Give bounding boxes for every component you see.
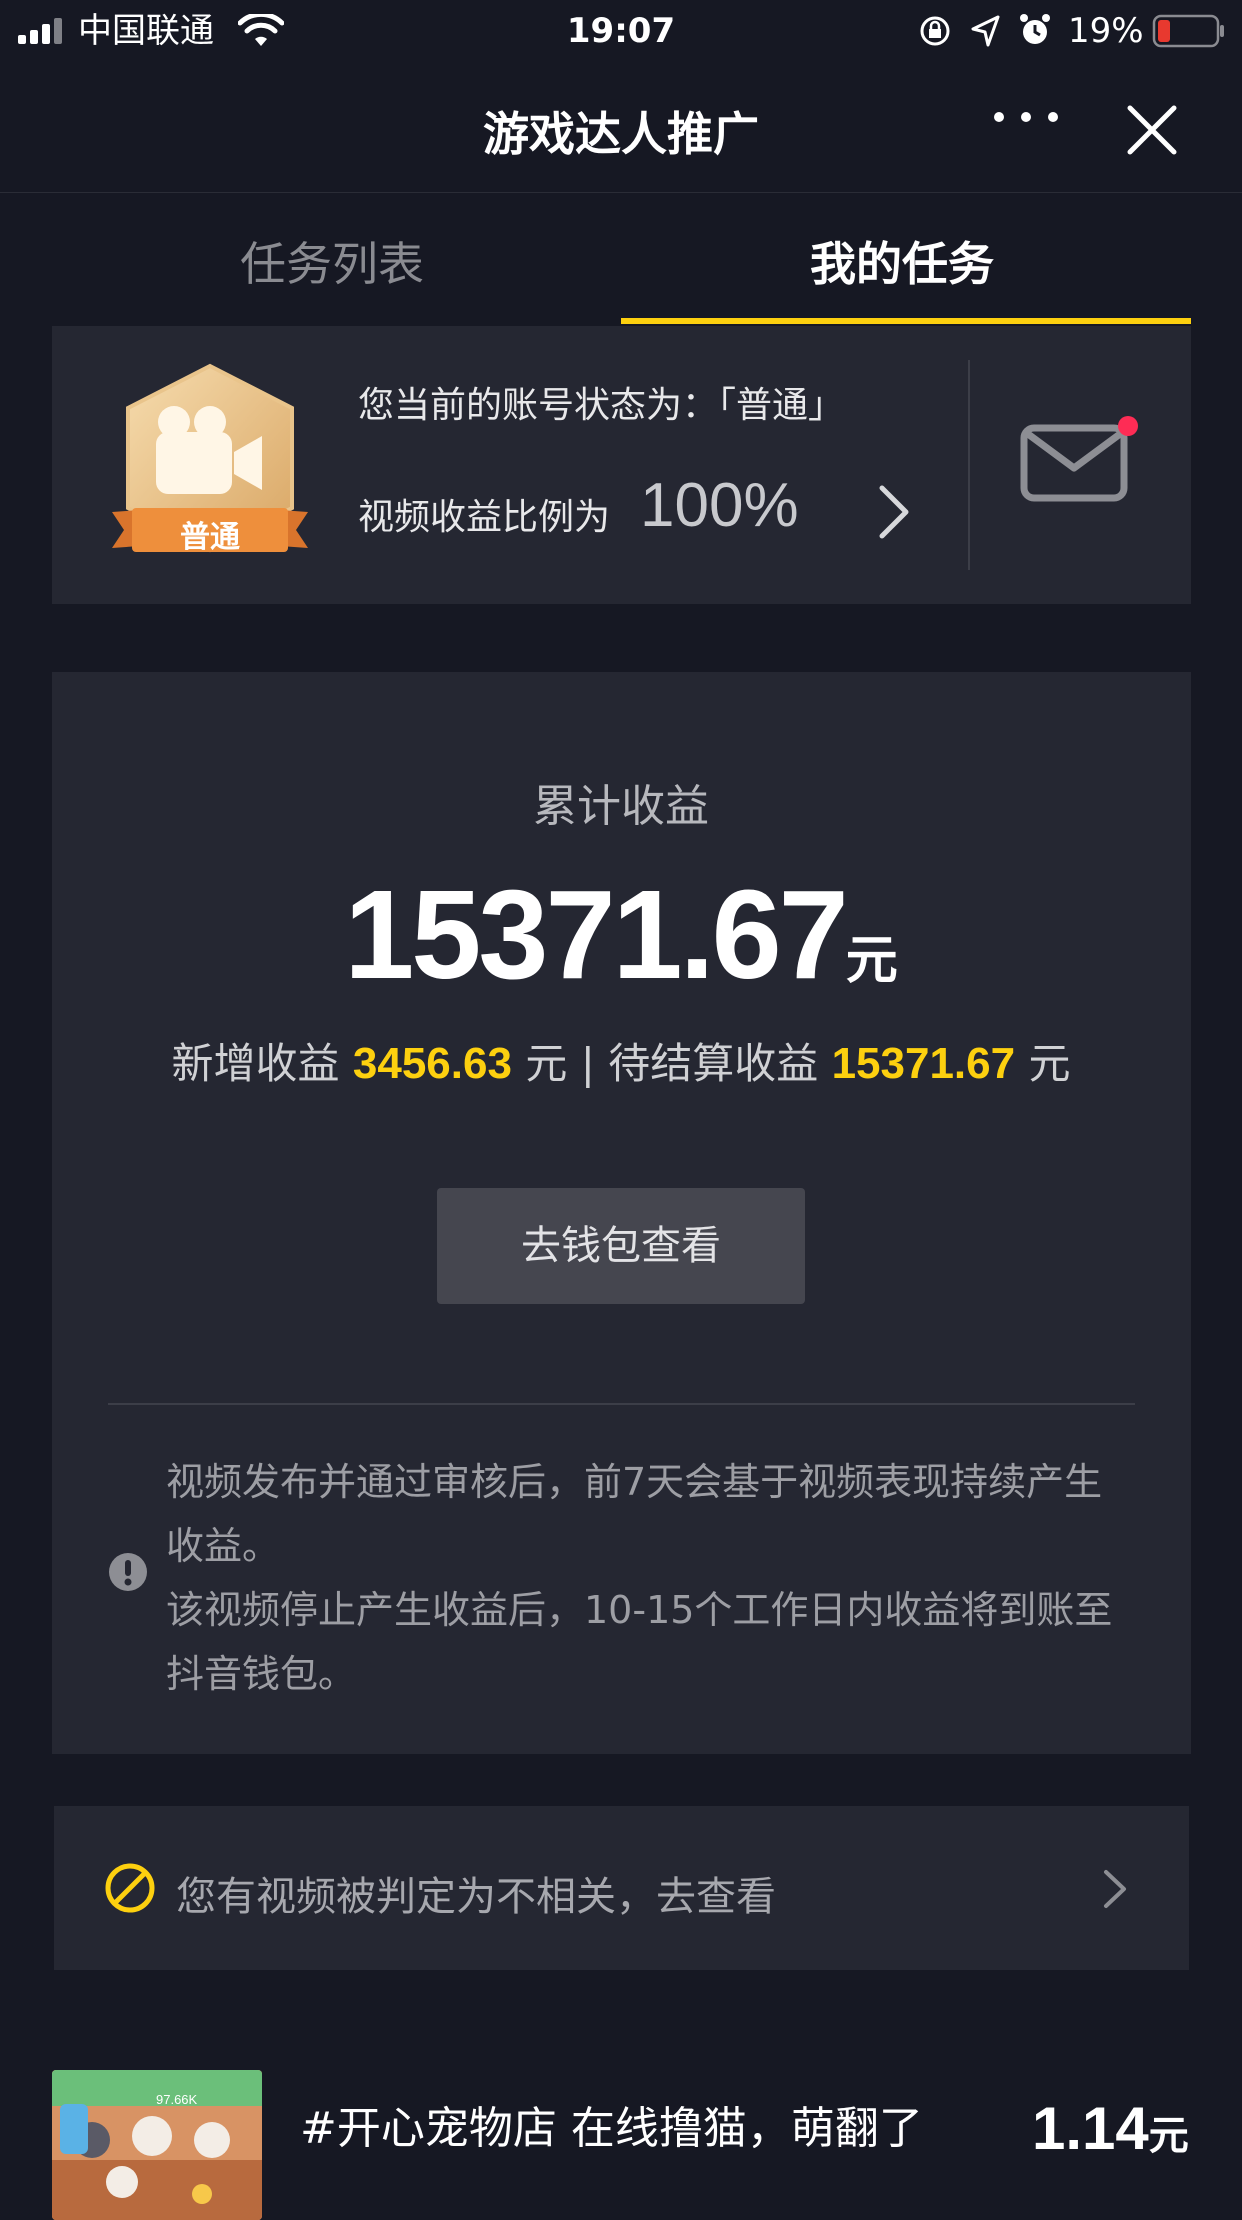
earnings-breakdown: 新增收益 3456.63 元 | 待结算收益 15371.67 元 (0, 1030, 1242, 1091)
pending-earnings-value: 15371.67 (831, 1039, 1016, 1088)
new-earnings-label: 新增收益 (171, 1039, 340, 1088)
prohibited-icon (105, 1863, 155, 1913)
earnings-total: 15371.67元 (0, 862, 1242, 1007)
clock: 19:07 (566, 11, 676, 51)
pending-earnings-unit: 元 (1028, 1039, 1071, 1088)
rotation-lock-icon (920, 16, 950, 46)
chevron-right-icon[interactable] (876, 484, 912, 540)
exclamation-icon (109, 1553, 147, 1591)
video-thumbnail[interactable]: 97.66K (52, 2070, 262, 2220)
tab-my-tasks[interactable]: 我的任务 (810, 228, 994, 294)
video-earnings-value: 1.14 (1032, 2095, 1149, 2162)
account-status-text: 您当前的账号状态为：「普通」 (358, 385, 845, 426)
earnings-total-value: 15371.67 (344, 864, 849, 1005)
earnings-note-1: 视频发布并通过审核后，前7天会基于视频表现持续产生收益。 (166, 1460, 1103, 1568)
video-earnings: 1.14元 (1032, 2094, 1189, 2163)
new-earnings-unit: 元 (525, 1039, 568, 1088)
page-title: 游戏达人推广 (483, 107, 759, 161)
video-title[interactable]: #开心宠物店 在线撸猫，萌翻了 (300, 2092, 940, 2166)
ratio-label: 视频收益比例为 (358, 497, 611, 538)
badge-label: 普通 (180, 520, 240, 555)
location-icon (971, 15, 1000, 47)
alarm-icon (1020, 14, 1050, 44)
earnings-label: 累计收益 (533, 781, 709, 832)
notice-text: 您有视频被判定为不相关，去查看 (176, 1874, 776, 1920)
battery-percent: 19% (1068, 11, 1144, 51)
chevron-right-icon[interactable] (1102, 1868, 1128, 1910)
divider (968, 360, 970, 570)
video-earnings-unit: 元 (1148, 2113, 1189, 2159)
more-icon[interactable] (994, 112, 1058, 124)
active-tab-indicator (621, 318, 1191, 324)
earnings-note-2: 该视频停止产生收益后，10-15个工作日内收益将到账至抖音钱包。 (166, 1588, 1113, 1696)
close-icon[interactable] (1126, 104, 1178, 156)
divider (108, 1403, 1135, 1405)
thumbnail-counter: 97.66K (156, 2092, 198, 2107)
account-badge: 普通 (110, 360, 310, 570)
go-to-wallet-button[interactable]: 去钱包查看 (437, 1188, 805, 1304)
tab-task-list[interactable]: 任务列表 (240, 228, 424, 294)
new-earnings-value: 3456.63 (352, 1039, 512, 1088)
status-bar: 中国联通 19:07 19% (0, 0, 1242, 62)
mail-icon[interactable] (1016, 410, 1140, 510)
ratio-value: 100% (640, 471, 799, 540)
earnings-total-unit: 元 (845, 931, 898, 991)
pending-earnings-label: | 待结算收益 (580, 1039, 819, 1088)
battery-icon (1152, 14, 1224, 48)
